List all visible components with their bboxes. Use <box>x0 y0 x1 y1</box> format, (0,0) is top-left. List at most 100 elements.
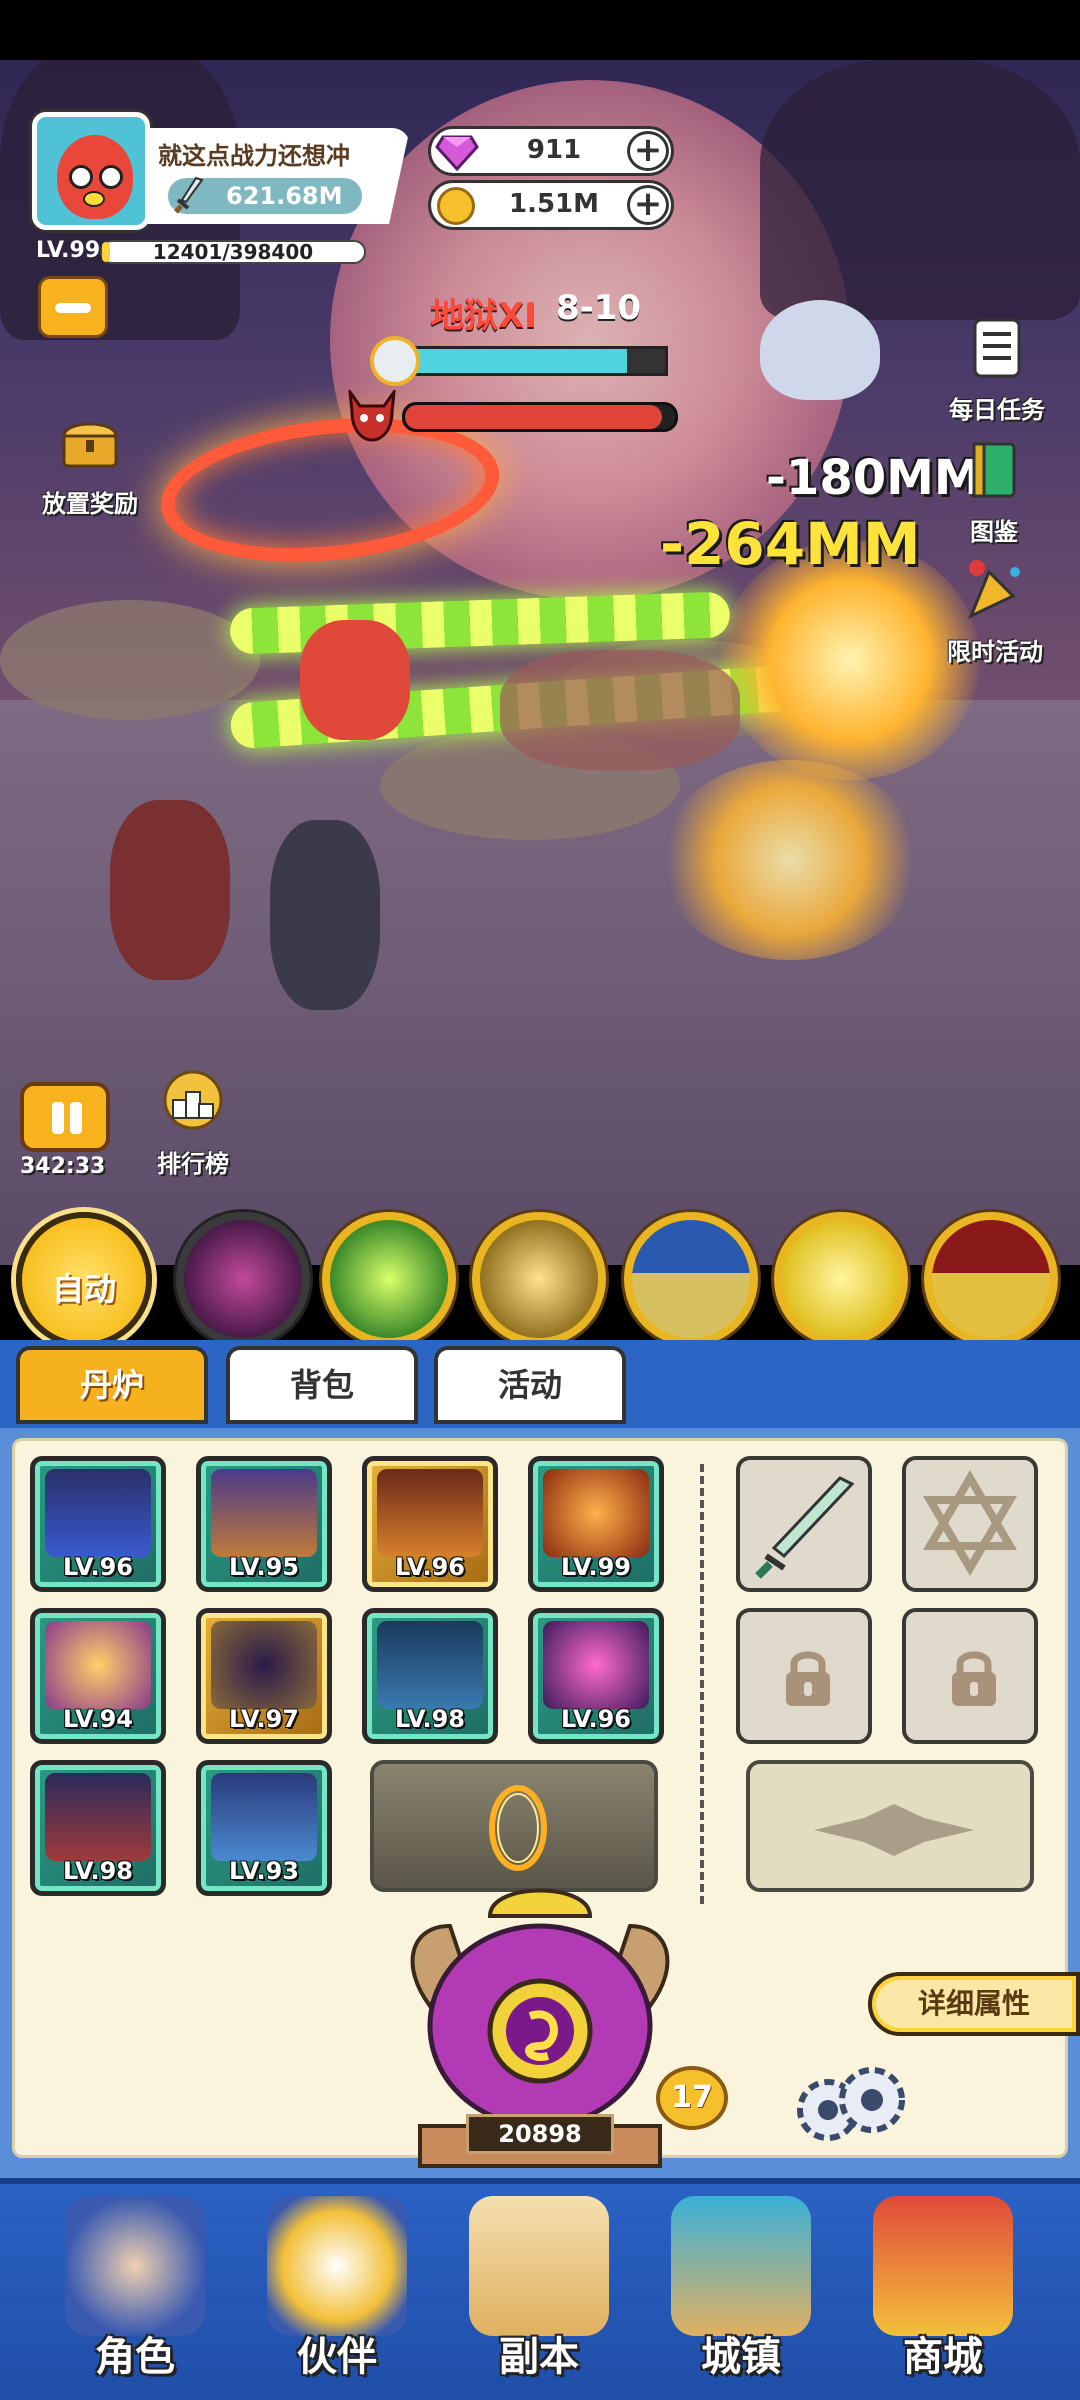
nav-label: 角色 <box>95 2334 175 2380</box>
nav-partner[interactable]: 伙伴 <box>252 2196 422 2392</box>
player-name: 就这点战力还想冲 <box>158 142 350 170</box>
equipment-level: LV.98 <box>63 1857 133 1885</box>
weapon-slot[interactable] <box>736 1456 872 1592</box>
boss-hp-fill <box>405 405 662 429</box>
character-icon <box>65 2196 205 2336</box>
sword-weapon-icon <box>755 1476 855 1579</box>
ring-slot[interactable] <box>370 1760 658 1892</box>
exp-text: 12401/398400 <box>152 240 314 264</box>
gear-icon[interactable] <box>788 2060 912 2150</box>
locked-slot[interactable] <box>736 1608 872 1744</box>
skill-golden-array[interactable] <box>472 1212 606 1346</box>
detail-attributes-button[interactable]: 详细属性 <box>868 1972 1080 2036</box>
equipment-slot[interactable]: LV.99 <box>528 1456 664 1592</box>
equipment-level: LV.97 <box>229 1705 299 1733</box>
belt-icon <box>45 1773 151 1861</box>
nav-shop[interactable]: 商城 <box>858 2196 1028 2392</box>
enemy-group <box>500 650 740 770</box>
nav-town[interactable]: 城镇 <box>656 2196 826 2392</box>
equipment-level: LV.96 <box>561 1705 631 1733</box>
avatar-eye <box>69 165 93 189</box>
skill-lion-spirit[interactable] <box>924 1212 1058 1346</box>
hexagram-slot[interactable] <box>902 1456 1038 1592</box>
crown-icon <box>211 1469 317 1557</box>
equipment-slot[interactable]: LV.95 <box>196 1456 332 1592</box>
player-avatar[interactable] <box>32 112 150 230</box>
equipment-slot[interactable]: LV.98 <box>30 1760 166 1896</box>
equipment-slot[interactable]: LV.96 <box>362 1456 498 1592</box>
limited-event-label: 限时活动 <box>947 638 1043 666</box>
clock-icon <box>370 336 420 386</box>
skill-lightning[interactable] <box>774 1212 908 1346</box>
boss-hp-bar <box>402 402 678 432</box>
codex-label: 图鉴 <box>970 518 1018 546</box>
add-coins-button[interactable]: + <box>627 185 669 225</box>
book-icon <box>972 442 1016 498</box>
skill-green-orb[interactable] <box>322 1212 456 1346</box>
scroll-list-icon <box>973 318 1021 378</box>
tab-backpack[interactable]: 背包 <box>226 1346 418 1424</box>
tree <box>760 60 1080 320</box>
bird-companion <box>760 300 880 400</box>
flame-orb-icon <box>543 1621 649 1709</box>
pause-button[interactable] <box>20 1082 110 1152</box>
equipment-level: LV.98 <box>395 1705 465 1733</box>
locked-slot[interactable] <box>902 1608 1038 1744</box>
ranking-button[interactable]: 排行榜 <box>138 1070 248 1179</box>
shop-icon <box>873 2196 1013 2336</box>
nav-label: 商城 <box>903 2334 983 2380</box>
battle-timer: 342:33 <box>20 1154 106 1179</box>
stage-timer-bar <box>408 346 668 376</box>
amulet-icon <box>377 1621 483 1709</box>
tab-furnace[interactable]: 丹炉 <box>16 1346 208 1424</box>
smoke-cloud <box>0 600 260 720</box>
skill-thunder-seal[interactable] <box>624 1212 758 1346</box>
equipment-slot[interactable]: LV.93 <box>196 1760 332 1896</box>
nav-label: 伙伴 <box>297 2334 377 2380</box>
hero-official <box>270 820 380 1010</box>
furnace-level-badge: 17 <box>656 2066 728 2130</box>
equipment-level: LV.99 <box>561 1553 631 1581</box>
coin-count: 1.51M <box>508 189 600 219</box>
trident-icon <box>45 1469 151 1557</box>
dungeon-icon <box>469 2196 609 2336</box>
auto-battle-label: 自动 <box>51 1270 116 1308</box>
gem-icon <box>435 135 479 171</box>
nav-character[interactable]: 角色 <box>50 2196 220 2392</box>
codex-button[interactable]: 图鉴 <box>944 438 1044 547</box>
town-icon <box>671 2196 811 2336</box>
podium-icon <box>163 1070 223 1130</box>
boss-demon-icon <box>348 390 396 442</box>
game-screen: 就这点战力还想冲 621.68M LV.99 12401/398400 911 … <box>0 0 1080 2400</box>
lock-icon <box>786 1651 830 1706</box>
equipment-slot[interactable]: LV.94 <box>30 1608 166 1744</box>
stage-number: 8-10 <box>556 288 642 328</box>
equipment-level: LV.96 <box>395 1553 465 1581</box>
equipment-level: LV.95 <box>229 1553 299 1581</box>
auto-battle-button[interactable]: 自动 <box>16 1212 152 1348</box>
equipment-slot[interactable]: LV.97 <box>196 1608 332 1744</box>
stage-name: 地狱XI <box>430 296 537 336</box>
daily-tasks-button[interactable]: 每日任务 <box>932 316 1062 425</box>
idle-reward-button[interactable]: 放置奖励 <box>30 410 150 519</box>
idle-reward-label: 放置奖励 <box>42 490 138 518</box>
limited-event-button[interactable]: 限时活动 <box>930 558 1060 667</box>
menu-button[interactable] <box>38 276 108 338</box>
artifact-slot[interactable] <box>746 1760 1034 1892</box>
nav-dungeon[interactable]: 副本 <box>454 2196 624 2392</box>
combat-power-value: 621.68M <box>226 182 343 210</box>
equipment-slot[interactable]: LV.96 <box>30 1456 166 1592</box>
section-divider <box>700 1464 704 1904</box>
treasure-chest-icon <box>62 422 118 468</box>
add-gems-button[interactable]: + <box>627 131 669 171</box>
explosion-effect <box>660 760 920 960</box>
equipment-slot[interactable]: LV.98 <box>362 1608 498 1744</box>
gem-counter: 911 + <box>428 126 674 176</box>
hero-monkey <box>300 620 410 740</box>
tab-activity[interactable]: 活动 <box>434 1346 626 1424</box>
skill-vortex[interactable] <box>176 1212 310 1346</box>
equipment-level: LV.94 <box>63 1705 133 1733</box>
exp-bar: 12401/398400 <box>100 240 366 264</box>
armor-icon <box>377 1469 483 1557</box>
equipment-slot[interactable]: LV.96 <box>528 1608 664 1744</box>
